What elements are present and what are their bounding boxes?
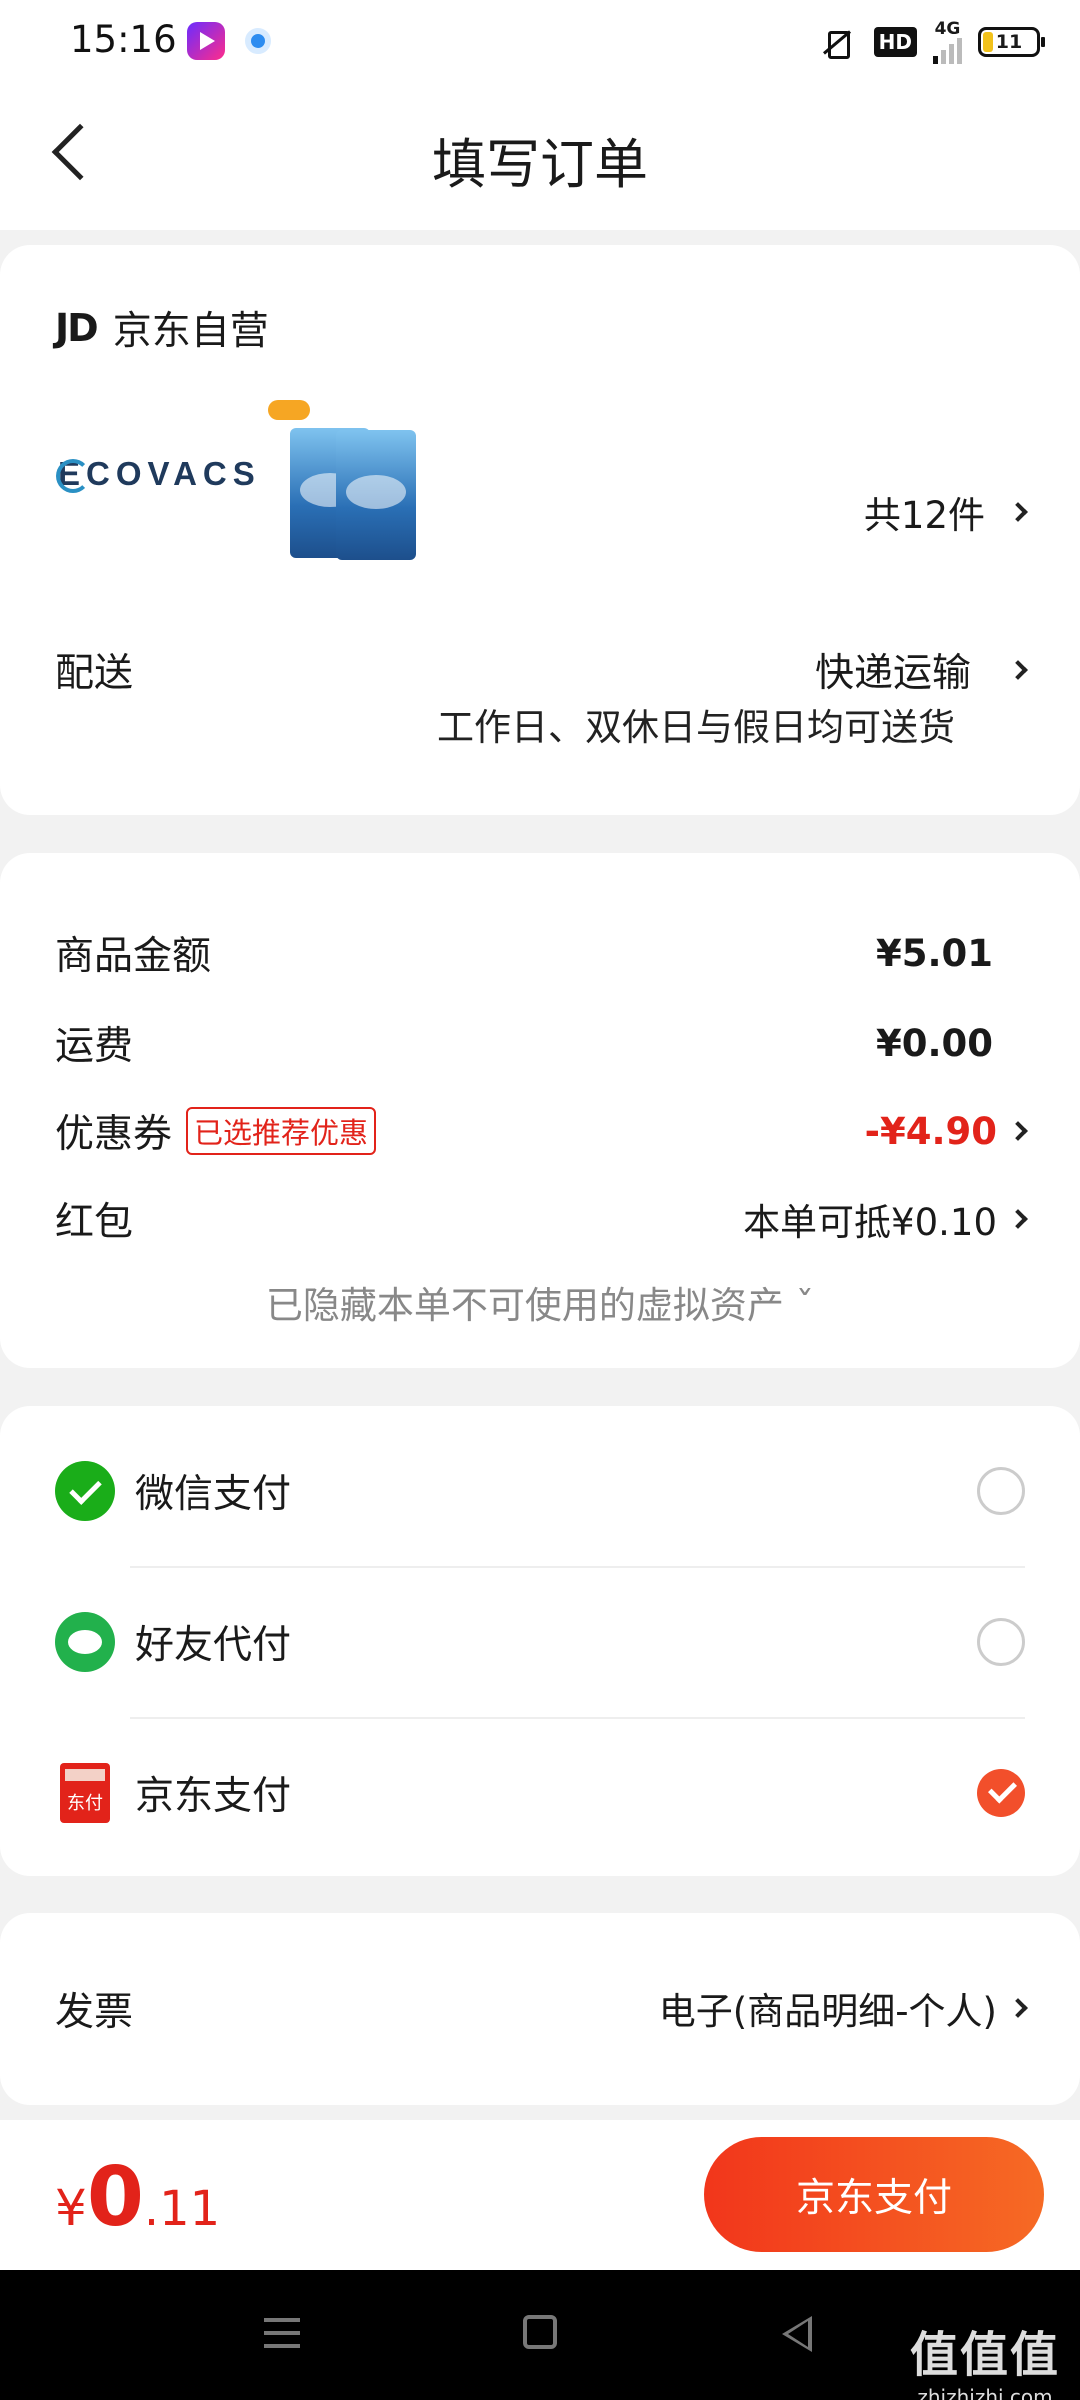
hd-badge: HD [873,27,917,57]
chevron-right-icon [1008,660,1028,680]
ecovacs-brand-logo: ECOVACS [56,455,261,493]
friend-pay-icon [55,1612,115,1672]
title-bar: 填写订单 [0,80,1080,230]
item-count: 共12件 [863,494,985,537]
jd-logo: JD [55,306,99,350]
shipping-fee-row: 运费 ¥0.00 [55,1013,1025,1073]
invoice-label: 发票 [55,1990,134,2035]
product-package [336,430,416,560]
network-type: 4G [934,18,961,39]
status-indicators: HD 4G 11 [816,18,1045,64]
coupon-tag: 已选推荐优惠 [186,1107,377,1155]
checkout-footer: ¥ 0 .11 京东支付 [0,2120,1080,2270]
wechat-pay-icon [55,1461,115,1521]
video-app-icon [187,22,225,60]
payment-option-jd[interactable]: 东付 京东支付 [55,1718,1025,1868]
store-header: JD 京东自营 [55,300,269,356]
chevron-right-icon [1008,502,1028,522]
red-packet-row[interactable]: 红包 本单可抵¥0.10 [55,1189,1028,1249]
jd-pay-icon: 东付 [60,1763,110,1823]
radio-button-checked[interactable] [977,1769,1025,1817]
goods-amount-label: 商品金额 [55,934,212,979]
total-price: ¥ 0 .11 [55,2150,220,2245]
hidden-assets-toggle[interactable]: 已隐藏本单不可使用的虚拟资产 ˇ [0,1275,1080,1329]
chevron-right-icon [1008,1209,1028,1229]
payment-option-wechat[interactable]: 微信支付 [55,1416,1025,1566]
status-time: 15:16 [70,18,177,61]
delivery-method: 快递运输 [814,651,971,696]
coupon-label: 优惠券 [55,1112,173,1157]
watermark: 值值值 zhizhizhi.com [910,2315,1060,2400]
store-name: 京东自营 [112,309,269,354]
status-bar: 15:16 HD 4G 11 [0,0,1080,80]
submit-order-button[interactable]: 京东支付 [704,2137,1044,2252]
battery-level: 11 [995,31,1023,53]
chevron-right-icon [1008,1998,1028,2018]
invoice-value: 电子(商品明细-个人) [658,1990,997,2033]
payment-option-friend[interactable]: 好友代付 [55,1567,1025,1717]
payment-option-label: 京东支付 [135,1774,292,1819]
notification-app-icon [245,28,271,54]
back-triangle-icon[interactable] [782,2316,812,2352]
invoice-value-link[interactable]: 电子(商品明细-个人) [658,1981,1028,2035]
delivery-note: 工作日、双休日与假日均可送货 [437,706,955,749]
shipping-fee-label: 运费 [55,1024,134,1069]
item-count-link[interactable]: 共12件 [863,485,1028,539]
payment-option-label: 好友代付 [135,1623,292,1668]
chevron-right-icon [1008,1121,1028,1141]
invoice-card[interactable]: 发票 电子(商品明细-个人) [0,1913,1080,2105]
vibrate-mute-icon [816,25,858,59]
currency-symbol: ¥ [55,2179,87,2237]
radio-button[interactable] [977,1467,1025,1515]
red-packet-value: 本单可抵¥0.10 [743,1201,997,1244]
payment-methods-card: 微信支付 好友代付 东付 京东支付 [0,1406,1080,1876]
page-title: 填写订单 [432,133,648,196]
delivery-method-link[interactable]: 快递运输 [814,642,1028,698]
radio-button[interactable] [977,1618,1025,1666]
brand-tag-icon [268,400,310,420]
total-integer: 0 [86,2150,144,2245]
delivery-label: 配送 [55,651,134,696]
watermark-url: zhizhizhi.com [917,2385,1053,2400]
order-items-card: JD 京东自营 ECOVACS 共12件 配送 快递运输 工作日、双休日与假日均… [0,245,1080,815]
goods-amount-row: 商品金额 ¥5.01 [55,923,1025,983]
battery-icon: 11 [978,27,1045,57]
signal-icon: 4G [933,18,962,64]
home-icon[interactable] [523,2315,557,2349]
product-image[interactable] [268,400,428,580]
price-summary-card: 商品金额 ¥5.01 运费 ¥0.00 优惠券 已选推荐优惠 -¥4.90 红包… [0,853,1080,1368]
watermark-text: 值值值 [909,2327,1060,2383]
total-decimal: .11 [143,2181,221,2237]
goods-amount-value: ¥5.01 [875,931,993,975]
coupon-value: -¥4.90 [864,1109,997,1153]
payment-option-label: 微信支付 [135,1472,292,1517]
shipping-fee-value: ¥0.00 [875,1021,993,1065]
coupon-row[interactable]: 优惠券 已选推荐优惠 -¥4.90 [55,1101,1028,1161]
red-packet-label: 红包 [55,1200,134,1245]
recent-apps-icon[interactable] [264,2318,300,2348]
